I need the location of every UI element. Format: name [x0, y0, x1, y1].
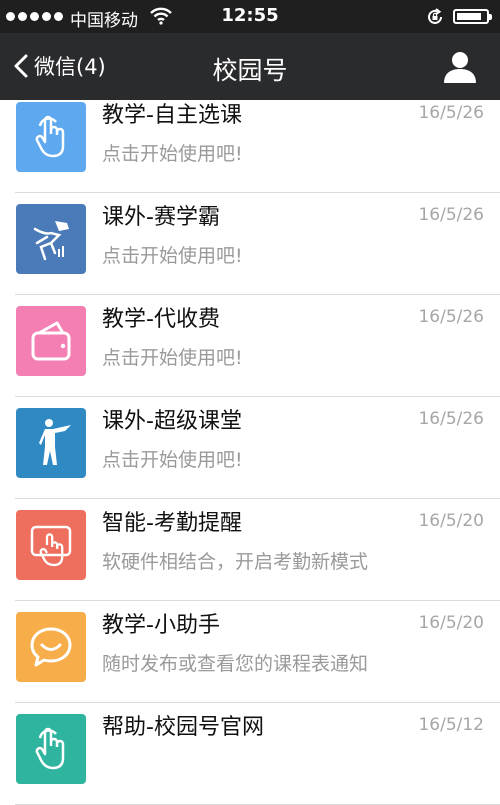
list-item[interactable]: 课外-超级课堂 16/5/26 点击开始使用吧!	[0, 397, 500, 499]
list-item[interactable]: 课外-赛学霸 16/5/26 点击开始使用吧!	[0, 193, 500, 295]
item-date: 16/5/20	[418, 613, 484, 633]
status-bar: 中国移动 12:55	[0, 0, 500, 33]
battery-icon	[453, 9, 492, 24]
item-subtitle: 软硬件相结合，开启考勤新模式	[102, 551, 369, 573]
list-item[interactable]: 教学-小助手 16/5/20 随时发布或查看您的课程表通知	[0, 601, 500, 703]
item-date: 16/5/26	[418, 103, 484, 123]
touch-screen-icon	[16, 510, 86, 580]
item-subtitle: 点击开始使用吧!	[102, 449, 243, 471]
item-title: 帮助-校园号官网	[102, 715, 264, 740]
profile-icon[interactable]	[440, 47, 480, 87]
item-date: 16/5/26	[418, 205, 484, 225]
item-date: 16/5/26	[418, 307, 484, 327]
list-item[interactable]: 智能-考勤提醒 16/5/20 软硬件相结合，开启考勤新模式	[0, 499, 500, 601]
item-subtitle: 点击开始使用吧!	[102, 347, 243, 369]
rotation-lock-icon	[428, 8, 442, 24]
item-subtitle: 随时发布或查看您的课程表通知	[102, 653, 369, 675]
item-date: 16/5/12	[418, 715, 484, 735]
hand-tap-icon	[16, 102, 86, 172]
item-date: 16/5/26	[418, 409, 484, 429]
item-title: 课外-超级课堂	[102, 409, 242, 434]
list-item[interactable]: 教学-自主选课 16/5/26 点击开始使用吧!	[0, 91, 500, 193]
navigation-bar: 微信(4) 校园号	[0, 33, 500, 100]
item-title: 教学-小助手	[102, 613, 220, 638]
wallet-icon	[16, 306, 86, 376]
superhero-icon	[16, 408, 86, 478]
hand-tap-icon	[16, 714, 86, 784]
item-title: 课外-赛学霸	[102, 205, 220, 230]
item-title: 教学-自主选课	[102, 103, 242, 128]
item-date: 16/5/20	[418, 511, 484, 531]
page-title: 校园号	[212, 56, 288, 85]
runner-icon	[16, 204, 86, 274]
chat-smile-icon	[16, 612, 86, 682]
item-title: 教学-代收费	[102, 307, 220, 332]
list-item[interactable]: 教学-代收费 16/5/26 点击开始使用吧!	[0, 295, 500, 397]
item-title: 智能-考勤提醒	[102, 511, 242, 536]
item-subtitle: 点击开始使用吧!	[102, 245, 243, 267]
list-item[interactable]: 帮助-校园号官网 16/5/12	[0, 703, 500, 805]
item-subtitle: 点击开始使用吧!	[102, 143, 243, 165]
